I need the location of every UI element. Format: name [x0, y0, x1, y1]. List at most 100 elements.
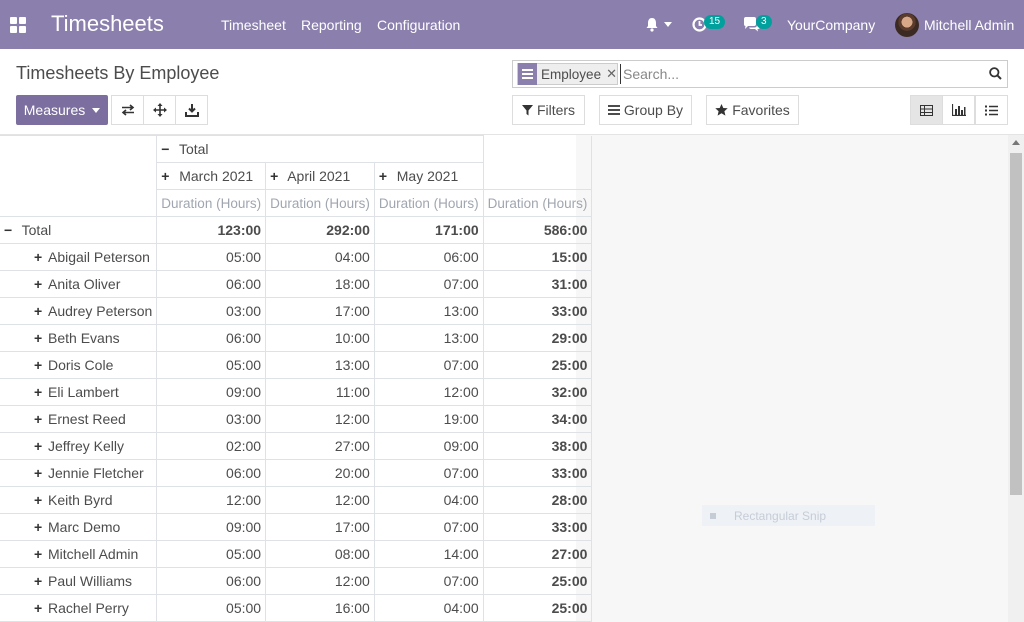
menu-reporting[interactable]: Reporting: [301, 17, 362, 33]
flip-axis-button[interactable]: [111, 95, 144, 125]
value-cell[interactable]: 07:00: [373, 351, 484, 379]
value-cell[interactable]: 09:00: [373, 432, 484, 460]
value-cell[interactable]: 09:00: [156, 513, 267, 541]
row-header-employee[interactable]: + Jeffrey Kelly: [0, 432, 158, 460]
apps-menu-icon[interactable]: [10, 17, 26, 33]
row-total-cell[interactable]: 25:00: [482, 567, 593, 595]
user-avatar[interactable]: [895, 13, 919, 37]
scrollbar-thumb[interactable]: [1010, 153, 1022, 495]
row-total-cell[interactable]: 33:00: [482, 513, 593, 541]
row-total-cell[interactable]: 38:00: [482, 432, 593, 460]
app-brand[interactable]: Timesheets: [51, 11, 164, 37]
value-cell[interactable]: 17:00: [265, 297, 375, 325]
value-cell[interactable]: 08:00: [265, 540, 375, 568]
filters-button[interactable]: Filters: [512, 95, 585, 125]
value-cell[interactable]: 04:00: [373, 486, 484, 514]
measures-button[interactable]: Measures: [16, 95, 108, 125]
row-total-cell[interactable]: 33:00: [482, 297, 593, 325]
value-cell[interactable]: 10:00: [265, 324, 375, 352]
value-cell[interactable]: 14:00: [373, 540, 484, 568]
value-cell[interactable]: 07:00: [373, 513, 484, 541]
value-cell[interactable]: 02:00: [156, 432, 267, 460]
value-cell[interactable]: 17:00: [265, 513, 375, 541]
value-cell[interactable]: 06:00: [156, 324, 267, 352]
list-view-button[interactable]: [975, 95, 1008, 125]
graph-view-button[interactable]: [942, 95, 975, 125]
column-header-march-2021[interactable]: + March 2021: [156, 162, 267, 190]
row-header-employee[interactable]: + Paul Williams: [0, 567, 158, 595]
row-total-cell[interactable]: 25:00: [482, 351, 593, 379]
row-header-employee[interactable]: + Beth Evans: [0, 324, 158, 352]
value-cell[interactable]: 27:00: [265, 432, 375, 460]
bell-icon[interactable]: [645, 17, 659, 32]
value-cell[interactable]: 06:00: [156, 459, 267, 487]
value-cell[interactable]: 05:00: [156, 351, 267, 379]
total-cell[interactable]: 171:00: [373, 216, 484, 244]
row-header-employee[interactable]: + Abigail Peterson: [0, 243, 158, 271]
value-cell[interactable]: 05:00: [156, 540, 267, 568]
value-cell[interactable]: 13:00: [373, 324, 484, 352]
value-cell[interactable]: 06:00: [156, 270, 267, 298]
value-cell[interactable]: 11:00: [265, 378, 375, 406]
row-total-cell[interactable]: 29:00: [482, 324, 593, 352]
row-total-cell[interactable]: 34:00: [482, 405, 593, 433]
value-cell[interactable]: 03:00: [156, 405, 267, 433]
value-cell[interactable]: 12:00: [265, 567, 375, 595]
search-input[interactable]: [620, 64, 980, 84]
scroll-up-arrow-icon[interactable]: [1012, 140, 1020, 145]
value-cell[interactable]: 20:00: [265, 459, 375, 487]
value-cell[interactable]: 04:00: [265, 243, 375, 271]
row-header-employee[interactable]: + Audrey Peterson: [0, 297, 158, 325]
value-cell[interactable]: 12:00: [156, 486, 267, 514]
search-icon[interactable]: [989, 67, 1002, 80]
column-header-total[interactable]: − Total: [156, 135, 484, 163]
row-header-employee[interactable]: + Jennie Fletcher: [0, 459, 158, 487]
row-header-employee[interactable]: + Marc Demo: [0, 513, 158, 541]
company-switcher[interactable]: YourCompany: [787, 17, 875, 33]
row-total-cell[interactable]: 15:00: [482, 243, 593, 271]
expand-all-button[interactable]: [143, 95, 176, 125]
measure-header[interactable]: Duration (Hours): [373, 189, 484, 217]
total-cell[interactable]: 123:00: [156, 216, 267, 244]
row-header-employee[interactable]: + Rachel Perry: [0, 594, 158, 622]
column-header-april-2021[interactable]: + April 2021: [265, 162, 375, 190]
pivot-view-button[interactable]: [910, 95, 943, 125]
measure-header[interactable]: Duration (Hours): [482, 189, 593, 217]
value-cell[interactable]: 06:00: [156, 567, 267, 595]
value-cell[interactable]: 05:00: [156, 243, 267, 271]
column-header-may-2021[interactable]: + May 2021: [373, 162, 484, 190]
value-cell[interactable]: 04:00: [373, 594, 484, 622]
value-cell[interactable]: 12:00: [265, 486, 375, 514]
row-total-cell[interactable]: 33:00: [482, 459, 593, 487]
value-cell[interactable]: 03:00: [156, 297, 267, 325]
value-cell[interactable]: 16:00: [265, 594, 375, 622]
menu-configuration[interactable]: Configuration: [377, 17, 460, 33]
value-cell[interactable]: 19:00: [373, 405, 484, 433]
row-header-employee[interactable]: + Mitchell Admin: [0, 540, 158, 568]
value-cell[interactable]: 12:00: [373, 378, 484, 406]
value-cell[interactable]: 13:00: [373, 297, 484, 325]
value-cell[interactable]: 06:00: [373, 243, 484, 271]
groupby-button[interactable]: Group By: [599, 95, 692, 125]
value-cell[interactable]: 07:00: [373, 459, 484, 487]
row-total-cell[interactable]: 32:00: [482, 378, 593, 406]
menu-timesheet[interactable]: Timesheet: [221, 17, 286, 33]
row-header-employee[interactable]: + Ernest Reed: [0, 405, 158, 433]
row-total-cell[interactable]: 27:00: [482, 540, 593, 568]
facet-remove-icon[interactable]: ✕: [606, 66, 617, 82]
row-total-cell[interactable]: 25:00: [482, 594, 593, 622]
grand-total-cell[interactable]: 586:00: [482, 216, 593, 244]
total-cell[interactable]: 292:00: [265, 216, 375, 244]
row-header-employee[interactable]: + Keith Byrd: [0, 486, 158, 514]
value-cell[interactable]: 13:00: [265, 351, 375, 379]
download-button[interactable]: [175, 95, 208, 125]
value-cell[interactable]: 07:00: [373, 270, 484, 298]
measure-header[interactable]: Duration (Hours): [156, 189, 267, 217]
row-header-employee[interactable]: + Eli Lambert: [0, 378, 158, 406]
row-header-employee[interactable]: + Anita Oliver: [0, 270, 158, 298]
value-cell[interactable]: 09:00: [156, 378, 267, 406]
row-header-employee[interactable]: + Doris Cole: [0, 351, 158, 379]
value-cell[interactable]: 12:00: [265, 405, 375, 433]
row-header-total[interactable]: − Total: [0, 216, 158, 244]
row-total-cell[interactable]: 28:00: [482, 486, 593, 514]
